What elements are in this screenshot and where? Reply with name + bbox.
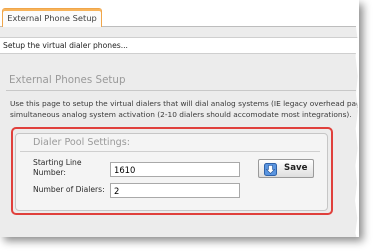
panel-title: External Phones Setup [9,74,126,86]
starting-line-label-line-2: Number: [33,168,66,177]
starting-line-number-input[interactable]: 1610 [110,162,240,177]
external-phone-setup-window: External Phone Setup Setup the virtual d… [0,0,359,237]
dialer-pool-divider [20,151,320,152]
panel-description: Use this page to setup the virtual diale… [10,98,359,120]
save-button[interactable]: Save [258,159,314,178]
number-of-dialers-label: Number of Dialers: [33,185,105,194]
page-subheader: Setup the virtual dialer phones... [0,37,359,54]
save-arrow-icon [264,163,277,176]
description-line-2: simultaneous analog system activation (2… [10,110,352,119]
tab-strip: External Phone Setup [0,0,359,27]
dialer-pool-title: Dialer Pool Settings: [33,137,130,148]
number-of-dialers-input[interactable]: 2 [110,183,240,198]
panel-divider [6,90,356,91]
starting-line-label-line-1: Starting Line [33,158,82,167]
save-button-label: Save [284,163,308,173]
description-line-1: Use this page to setup the virtual diale… [10,99,359,108]
tab-external-phone-setup[interactable]: External Phone Setup [2,8,102,27]
starting-line-label: Starting Line Number: [33,158,82,178]
